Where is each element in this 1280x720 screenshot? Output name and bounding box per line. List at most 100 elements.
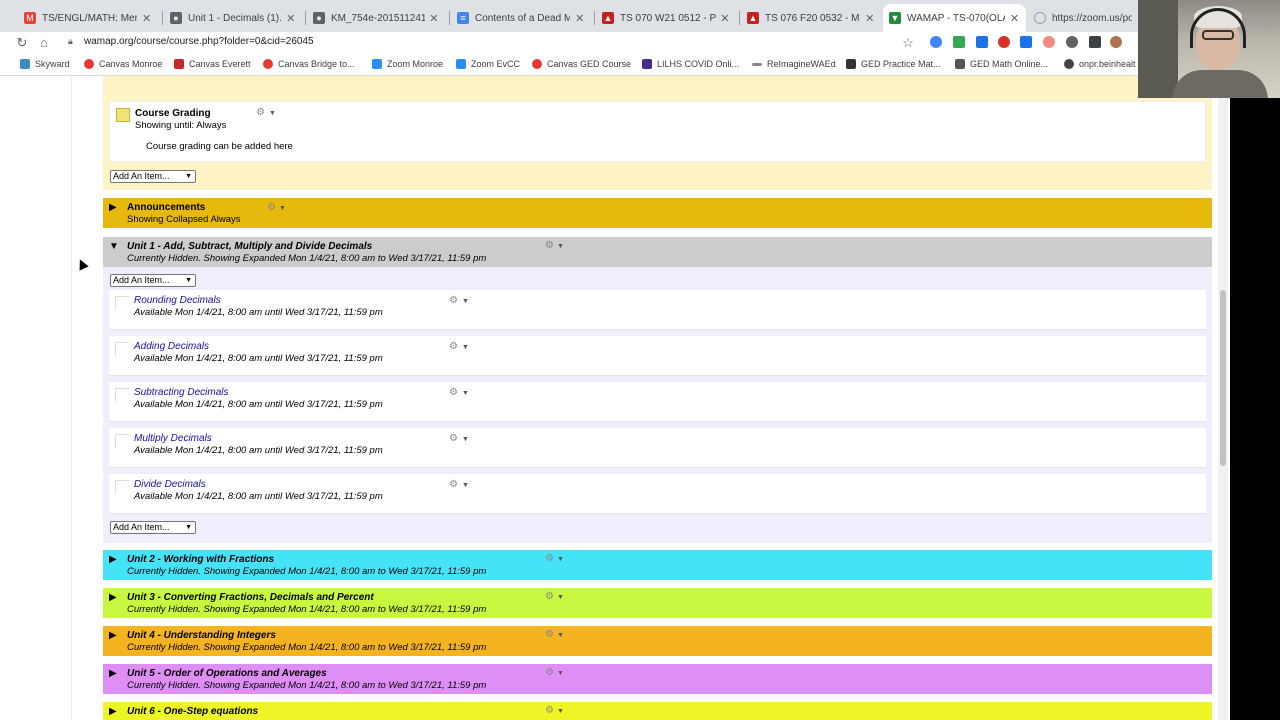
gear-icon[interactable]: ⚙ <box>545 553 554 564</box>
chevron-down-icon[interactable]: ▼ <box>462 298 469 305</box>
chevron-down-icon: ▼ <box>185 524 192 531</box>
extension-icon[interactable] <box>1043 36 1055 48</box>
unit-5-bar[interactable]: ▶ Unit 5 - Order of Operations and Avera… <box>103 664 1212 694</box>
extension-icon[interactable] <box>930 36 942 48</box>
bookmark[interactable]: Canvas Bridge to... <box>263 59 355 69</box>
unit-3-title[interactable]: Unit 3 - Converting Fractions, Decimals … <box>127 592 374 603</box>
item-title[interactable]: Rounding Decimals <box>134 295 221 306</box>
browser-tab[interactable]: ● KM_754e-20151124112( ✕ <box>307 4 445 32</box>
gear-icon[interactable]: ⚙ <box>545 667 554 678</box>
bookmark[interactable]: GED Math Online... <box>955 59 1048 69</box>
bookmark[interactable]: Canvas GED Course <box>532 59 631 69</box>
expand-arrow-icon[interactable]: ▶ <box>109 202 117 213</box>
close-icon[interactable]: ✕ <box>720 12 730 25</box>
expand-arrow-icon[interactable]: ▶ <box>109 554 117 565</box>
unit-5-title[interactable]: Unit 5 - Order of Operations and Average… <box>127 668 327 679</box>
gear-icon[interactable]: ⚙ <box>449 295 458 306</box>
gear-icon[interactable]: ⚙ <box>545 240 554 251</box>
unit-1-title[interactable]: Unit 1 - Add, Subtract, Multiply and Div… <box>127 241 372 252</box>
loading-icon <box>1034 12 1046 24</box>
chevron-down-icon[interactable]: ▼ <box>557 670 564 677</box>
gear-icon[interactable]: ⚙ <box>267 202 276 213</box>
extension-icon[interactable] <box>953 36 965 48</box>
chevron-down-icon[interactable]: ▼ <box>462 344 469 351</box>
add-item-select[interactable]: Add An Item... ▼ <box>110 521 196 534</box>
close-icon[interactable]: ✕ <box>141 12 152 25</box>
browser-tab[interactable]: M TS/ENGL/MATH: Merge ✕ <box>18 4 158 32</box>
bookmark[interactable]: ReImagineWAEd <box>752 59 836 69</box>
expand-arrow-icon[interactable]: ▶ <box>109 706 117 717</box>
item-title[interactable]: Subtracting Decimals <box>134 387 228 398</box>
home-icon[interactable]: ⌂ <box>36 35 52 51</box>
chevron-down-icon[interactable]: ▼ <box>557 556 564 563</box>
avatar[interactable] <box>1110 36 1122 48</box>
expand-arrow-icon[interactable]: ▶ <box>109 668 117 679</box>
bookmark[interactable]: Skyward <box>20 59 70 69</box>
item-title[interactable]: Multiply Decimals <box>134 433 212 444</box>
unit-6-title[interactable]: Unit 6 - One-Step equations <box>127 706 258 717</box>
chevron-down-icon[interactable]: ▼ <box>557 632 564 639</box>
expand-arrow-icon[interactable]: ▶ <box>109 592 117 603</box>
extension-icon[interactable] <box>976 36 988 48</box>
unit-4-title[interactable]: Unit 4 - Understanding Integers <box>127 630 276 641</box>
chevron-down-icon[interactable]: ▼ <box>557 594 564 601</box>
chevron-down-icon[interactable]: ▼ <box>462 482 469 489</box>
gear-icon[interactable]: ⚙ <box>449 387 458 398</box>
browser-tab[interactable]: https://zoom.us/posta <box>1028 4 1138 32</box>
chevron-down-icon[interactable]: ▼ <box>269 110 276 117</box>
unit-3-bar[interactable]: ▶ Unit 3 - Converting Fractions, Decimal… <box>103 588 1212 618</box>
lock-icon[interactable]: 🔒︎ <box>68 36 73 47</box>
unit-1-bar[interactable]: ▼ Unit 1 - Add, Subtract, Multiply and D… <box>103 237 1212 267</box>
browser-tab[interactable]: ▲ TS 076 F20 0532 - Math ✕ <box>741 4 881 32</box>
bookmark[interactable]: GED Practice Mat... <box>846 59 941 69</box>
gear-icon[interactable]: ⚙ <box>449 479 458 490</box>
announcements-bar[interactable]: ▶ Announcements Showing Collapsed Always… <box>103 198 1212 228</box>
browser-tab-active[interactable]: ▼ WAMAP - TS-070(OLA) ✕ <box>883 4 1026 32</box>
puzzle-icon[interactable] <box>1089 36 1101 48</box>
bookmark[interactable]: Canvas Everett <box>174 59 251 69</box>
item-title[interactable]: Divide Decimals <box>134 479 206 490</box>
unit-4-bar[interactable]: ▶ Unit 4 - Understanding Integers Curren… <box>103 626 1212 656</box>
chevron-down-icon[interactable]: ▼ <box>462 390 469 397</box>
bookmark[interactable]: LILHS COVID Onli... <box>642 59 739 69</box>
close-icon[interactable]: ✕ <box>864 12 875 25</box>
unit-2-bar[interactable]: ▶ Unit 2 - Working with Fractions Curren… <box>103 550 1212 580</box>
browser-tab[interactable]: ≡ Contents of a Dead Man ✕ <box>451 4 591 32</box>
bookmark[interactable]: Canvas Monroe <box>84 59 163 69</box>
course-grading-title[interactable]: Course Grading <box>135 108 211 119</box>
expand-arrow-icon[interactable]: ▶ <box>109 630 117 641</box>
extension-icon[interactable] <box>1020 36 1032 48</box>
gear-icon[interactable]: ⚙ <box>256 107 265 118</box>
extension-icon[interactable] <box>998 36 1010 48</box>
gear-icon[interactable]: ⚙ <box>545 629 554 640</box>
collapse-arrow-icon[interactable]: ▼ <box>109 241 119 252</box>
gear-icon[interactable]: ⚙ <box>449 433 458 444</box>
gear-icon[interactable]: ⚙ <box>545 591 554 602</box>
add-item-select[interactable]: Add An Item... ▼ <box>110 170 196 183</box>
browser-tab[interactable]: ▲ TS 070 W21 0512 - Prep ✕ <box>596 4 736 32</box>
chevron-down-icon[interactable]: ▼ <box>462 436 469 443</box>
bookmark[interactable]: Zoom Monroe <box>372 59 443 69</box>
browser-tab[interactable]: ● Unit 1 - Decimals (1).pdf ✕ <box>164 4 302 32</box>
reload-icon[interactable]: ↻ <box>14 35 30 51</box>
bookmark[interactable]: Zoom EvCC <box>456 59 520 69</box>
bookmark[interactable]: onpr.beinhealt <box>1064 59 1136 69</box>
add-item-select[interactable]: Add An Item... ▼ <box>110 274 196 287</box>
close-icon[interactable]: ✕ <box>574 12 585 25</box>
unit-2-title[interactable]: Unit 2 - Working with Fractions <box>127 554 274 565</box>
scrollbar-thumb[interactable] <box>1220 290 1226 466</box>
gear-icon[interactable]: ⚙ <box>545 705 554 716</box>
chevron-down-icon[interactable]: ▼ <box>557 243 564 250</box>
announcements-title[interactable]: Announcements <box>127 202 205 213</box>
close-icon[interactable]: ✕ <box>429 12 439 25</box>
close-icon[interactable]: ✕ <box>1009 12 1020 25</box>
chevron-down-icon[interactable]: ▼ <box>279 205 286 212</box>
unit-6-bar[interactable]: ▶ Unit 6 - One-Step equations ⚙ ▼ <box>103 702 1212 720</box>
star-icon[interactable]: ☆ <box>900 35 916 51</box>
gear-icon[interactable]: ⚙ <box>449 341 458 352</box>
chevron-down-icon[interactable]: ▼ <box>557 708 564 715</box>
close-icon[interactable]: ✕ <box>286 12 296 25</box>
extension-icon[interactable] <box>1066 36 1078 48</box>
item-title[interactable]: Adding Decimals <box>134 341 209 352</box>
url-field[interactable]: wamap.org/course/course.php?folder=0&cid… <box>84 36 314 47</box>
